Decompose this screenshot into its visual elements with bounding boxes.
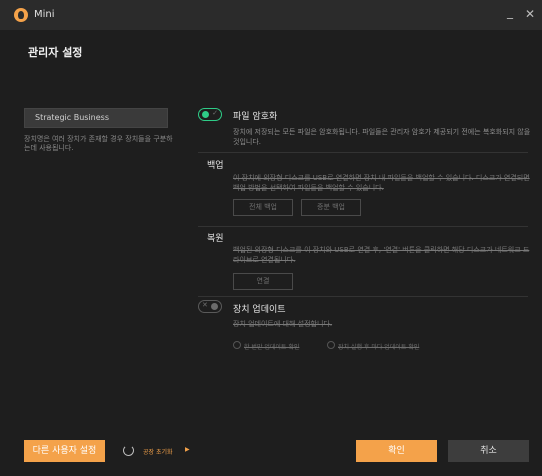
app-logo-icon [14, 8, 28, 22]
backup-desc: 이 장치에 외장형 디스크를 USB로 연결하면 장치 내 파일들을 백업할 수… [233, 174, 530, 192]
restore-title: 복원 [207, 234, 224, 244]
app-title: Mini [34, 9, 55, 20]
update-toggle[interactable]: ✕ [198, 300, 222, 313]
refresh-icon [123, 445, 134, 456]
page-title: 관리자 설정 [28, 46, 83, 59]
title-bar: Mini _ ✕ [0, 0, 542, 30]
full-backup-button[interactable]: 전체 백업 [233, 199, 293, 216]
minimize-button[interactable]: _ [507, 5, 513, 19]
update-title: 장치 업데이트 [233, 305, 286, 315]
update-once-label: 한 번만 업데이트 확인 [244, 344, 300, 351]
divider [198, 296, 528, 297]
update-boot-label: 장치 실행 후 마다 업데이트 확인 [338, 344, 420, 351]
close-icon: ✕ [202, 301, 208, 309]
confirm-button[interactable]: 확인 [356, 440, 437, 462]
device-name-field[interactable]: Strategic Business [24, 108, 168, 128]
chevron-right-icon: ▶ [185, 446, 190, 453]
incremental-backup-button[interactable]: 증분 백업 [301, 199, 361, 216]
update-once-radio[interactable] [233, 341, 241, 349]
other-user-settings-button[interactable]: 다른 사용자 설정 [24, 440, 105, 462]
device-name-help: 장치명은 여러 장치가 존재할 경우 장치들을 구분하는데 사용됩니다. [24, 135, 173, 152]
update-boot-radio[interactable] [327, 341, 335, 349]
toggle-knob [211, 303, 218, 310]
update-desc: 장치 업데이트에 대해 설정합니다. [233, 320, 333, 328]
cancel-button[interactable]: 취소 [448, 440, 529, 462]
backup-title: 백업 [207, 161, 224, 171]
divider [198, 152, 528, 153]
connect-button[interactable]: 연결 [233, 273, 293, 290]
factory-reset-link[interactable]: 공장 초기화 [143, 447, 173, 456]
check-icon: ✓ [212, 109, 218, 117]
toggle-knob [202, 111, 209, 118]
encryption-toggle[interactable]: ✓ [198, 108, 222, 121]
encryption-desc: 장치에 저장되는 모든 파일은 암호화됩니다. 파일들은 관리자 암호가 제공되… [233, 128, 531, 146]
divider [198, 226, 528, 227]
close-button[interactable]: ✕ [525, 7, 535, 21]
encryption-title: 파일 암호화 [233, 112, 278, 122]
restore-desc: 백업된 외장형 디스크를 이 장치와 USB로 연결 후, '연결' 버튼을 클… [233, 246, 530, 264]
